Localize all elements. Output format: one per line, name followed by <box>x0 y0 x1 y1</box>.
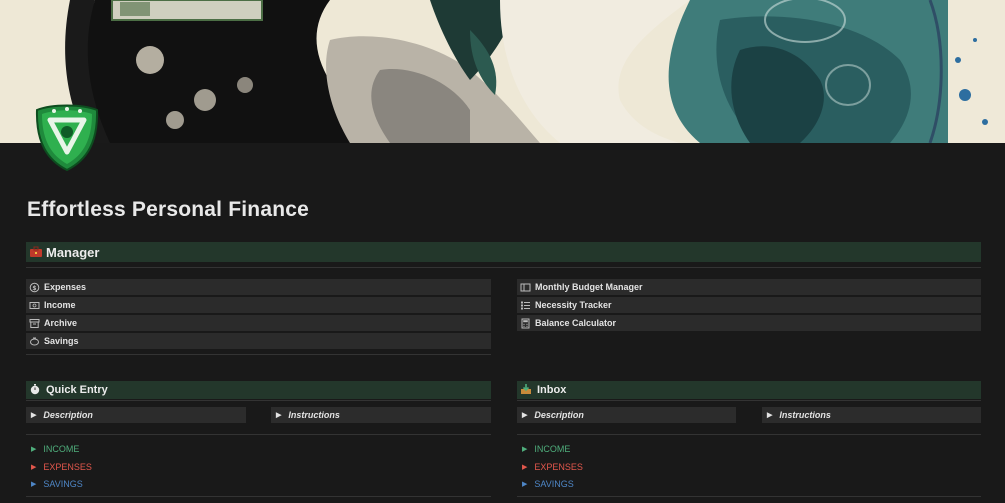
toggle-triangle-icon: ▶ <box>31 464 37 471</box>
quick-entry-heading: Quick Entry <box>26 381 491 399</box>
toggle-triangle-icon: ▶ <box>522 481 528 488</box>
link-monthly-budget-manager-label: Monthly Budget Manager <box>535 282 643 292</box>
inbox-expenses-label: EXPENSES <box>534 462 583 472</box>
checklist-icon <box>520 300 531 311</box>
inbox-heading-label: Inbox <box>537 384 567 396</box>
link-monthly-budget-manager[interactable]: Monthly Budget Manager <box>517 279 981 295</box>
shield-logo-icon <box>35 104 99 172</box>
inbox-description-label: Description <box>534 410 584 420</box>
toggle-triangle-icon: ▶ <box>522 446 528 453</box>
inbox-instructions-label: Instructions <box>779 410 831 420</box>
inbox-tray-icon <box>520 383 534 397</box>
toggle-triangle-icon: ▶ <box>522 412 528 419</box>
inbox-instructions-toggle[interactable]: ▶ Instructions <box>762 407 981 423</box>
link-necessity-tracker[interactable]: Necessity Tracker <box>517 297 981 313</box>
quick-entry-bottom-divider <box>26 496 491 497</box>
inbox-income-label: INCOME <box>534 444 571 454</box>
link-archive-label: Archive <box>44 318 78 328</box>
svg-text:$: $ <box>32 285 36 292</box>
link-savings-label: Savings <box>44 336 79 346</box>
refund-icon: $ <box>29 282 40 293</box>
toggle-triangle-icon: ▶ <box>767 412 773 419</box>
archive-icon <box>29 318 40 329</box>
toggle-triangle-icon: ▶ <box>522 464 528 471</box>
quick-entry-divider <box>26 400 491 401</box>
quick-entry-description-label: Description <box>43 410 93 420</box>
page-title: Effortless Personal Finance <box>27 198 309 221</box>
toggle-triangle-icon: ▶ <box>31 446 37 453</box>
link-income[interactable]: Income <box>26 297 491 313</box>
inbox-bottom-divider <box>517 496 981 497</box>
quick-entry-instructions-label: Instructions <box>288 410 340 420</box>
inbox-income-toggle[interactable]: ▶ INCOME <box>517 442 570 456</box>
link-expenses-label: Expenses <box>44 282 87 292</box>
toggle-triangle-icon: ▶ <box>31 481 37 488</box>
quick-entry-income-label: INCOME <box>43 444 80 454</box>
manager-left-bottom-divider <box>26 354 491 355</box>
link-necessity-tracker-label: Necessity Tracker <box>535 300 612 310</box>
quick-entry-income-toggle[interactable]: ▶ INCOME <box>26 442 79 456</box>
quick-entry-expenses-toggle[interactable]: ▶ EXPENSES <box>26 460 92 474</box>
link-expenses[interactable]: $ Expenses <box>26 279 491 295</box>
cash-icon <box>29 300 40 311</box>
toggle-triangle-icon: ▶ <box>276 412 282 419</box>
card-icon <box>520 282 531 293</box>
quick-entry-toggles-divider <box>26 434 491 435</box>
stopwatch-icon <box>29 383 43 397</box>
quick-entry-instructions-toggle[interactable]: ▶ Instructions <box>271 407 491 423</box>
page-cover <box>0 0 1005 143</box>
link-archive[interactable]: Archive <box>26 315 491 331</box>
quick-entry-savings-toggle[interactable]: ▶ SAVINGS <box>26 477 83 491</box>
toggle-triangle-icon: ▶ <box>31 412 37 419</box>
quick-entry-savings-label: SAVINGS <box>43 479 83 489</box>
page-icon-logo[interactable] <box>32 102 102 172</box>
link-savings[interactable]: Savings <box>26 333 491 349</box>
manager-heading-label: Manager <box>46 244 100 260</box>
quick-entry-expenses-label: EXPENSES <box>43 462 92 472</box>
inbox-expenses-toggle[interactable]: ▶ EXPENSES <box>517 460 583 474</box>
manager-heading: Manager <box>26 242 981 262</box>
piggy-bank-icon <box>29 336 40 347</box>
calculator-icon <box>520 318 531 329</box>
inbox-description-toggle[interactable]: ▶ Description <box>517 407 736 423</box>
manager-divider <box>26 267 981 268</box>
inbox-divider <box>517 400 981 401</box>
inbox-toggles-divider <box>517 434 981 435</box>
inbox-heading: Inbox <box>517 381 981 399</box>
inbox-savings-label: SAVINGS <box>534 479 574 489</box>
quick-entry-description-toggle[interactable]: ▶ Description <box>26 407 246 423</box>
cover-artwork <box>0 0 1005 143</box>
link-income-label: Income <box>44 300 76 310</box>
quick-entry-heading-label: Quick Entry <box>46 384 108 396</box>
inbox-savings-toggle[interactable]: ▶ SAVINGS <box>517 477 574 491</box>
link-balance-calculator[interactable]: Balance Calculator <box>517 315 981 331</box>
briefcase-icon <box>29 245 43 259</box>
link-balance-calculator-label: Balance Calculator <box>535 318 617 328</box>
